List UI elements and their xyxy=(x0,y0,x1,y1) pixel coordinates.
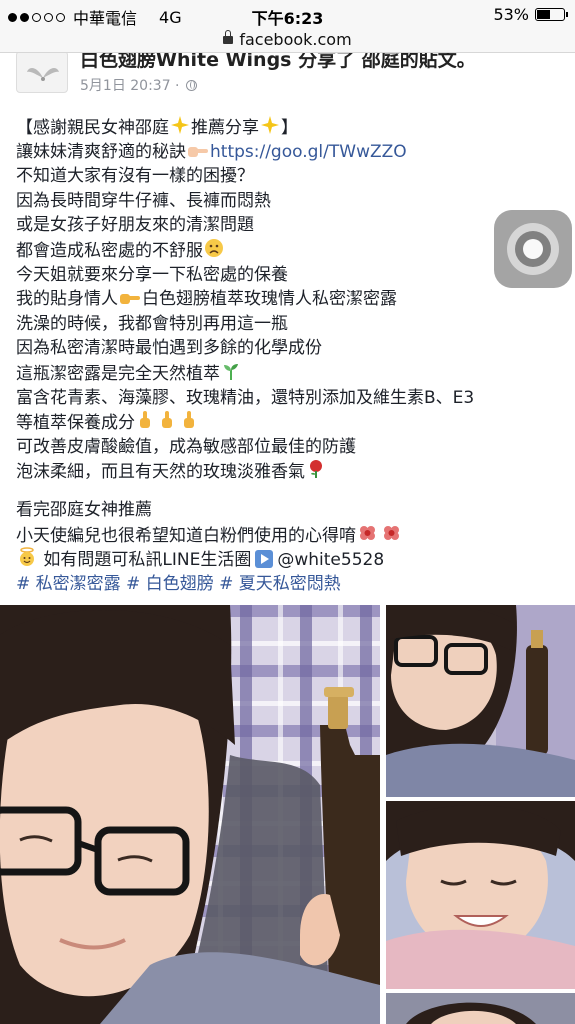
text-line: 這瓶潔密露是完全天然植萃 xyxy=(16,361,561,386)
pointing-hand-icon xyxy=(158,410,178,438)
text-line: 都會造成私密處的不舒服 xyxy=(16,238,561,263)
flower-icon xyxy=(381,523,403,551)
url-text: facebook.com xyxy=(239,30,352,49)
battery-percent: 53% xyxy=(493,5,529,24)
text-line: 不知道大家有沒有一樣的困擾？ xyxy=(16,166,254,187)
post-photo-main[interactable] xyxy=(0,605,380,1024)
post-date-text: 5月1日 20:37 · xyxy=(80,78,180,94)
text-line: 可改善皮膚酸鹼值，成為敏感部位最佳的防護 xyxy=(16,436,356,457)
text-line: 富含花青素、海藻膠、玫瑰精油，還特別添加及維生素B、E3 xyxy=(16,387,475,408)
post-hashtags[interactable]: # 私密潔密露 # 白色翅膀 # 夏天私密悶熱 xyxy=(16,572,561,597)
pointing-hand-icon xyxy=(180,410,200,438)
text-line: 因為長時間穿牛仔褲、長褲而悶熱 xyxy=(16,190,271,211)
seedling-icon xyxy=(221,361,241,389)
post-photo-4[interactable] xyxy=(386,993,575,1024)
text-line: 【感謝親民女神邵庭 推薦分享】 xyxy=(16,115,561,140)
text-line: 我的貼身情人 白色翅膀植萃玫瑰情人私密潔密露 xyxy=(16,287,561,312)
lock-icon xyxy=(223,30,234,44)
post-timestamp[interactable]: 5月1日 20:37 · xyxy=(80,75,197,95)
status-bar: 中華電信 4G 下午6:23 53% xyxy=(0,0,575,30)
post-header: 白色翅膀White Wings 分享了 邵庭的貼文。 5月1日 20:37 · xyxy=(0,53,575,98)
flower-icon xyxy=(357,523,379,551)
text-line: 等植萃保養成分 xyxy=(16,410,561,435)
rose-icon xyxy=(306,459,326,487)
play-icon xyxy=(255,550,274,569)
text-line: 泡沫柔細，而且有天然的玫瑰淡雅香氣 xyxy=(16,459,561,484)
page-avatar[interactable] xyxy=(16,53,68,93)
text-line: 洗澡的時候，我都會特別再用這一瓶 xyxy=(16,313,288,334)
text-line: 看完邵庭女神推薦 xyxy=(16,499,152,520)
worried-face-icon xyxy=(204,238,224,266)
post-photo-3[interactable] xyxy=(386,801,575,989)
battery-icon xyxy=(535,8,568,21)
sparkle-icon xyxy=(260,115,280,143)
text-line: 或是女孩子好朋友來的清潔問題 xyxy=(16,215,254,236)
address-bar[interactable]: facebook.com xyxy=(0,30,575,53)
pointing-hand-icon xyxy=(187,141,209,167)
post-author-line[interactable]: 白色翅膀White Wings 分享了 邵庭的貼文。 xyxy=(80,53,476,72)
text-line: 今天姐就要來分享一下私密處的保養 xyxy=(16,264,288,285)
sparkle-icon xyxy=(170,115,190,143)
text-line: 小天使編兒也很希望知道白粉們使用的心得唷 xyxy=(16,523,561,548)
pointing-hand-icon xyxy=(119,288,141,314)
angel-icon xyxy=(17,547,37,575)
text-line: 如有問題可私訊LINE生活圈 @white5528 xyxy=(16,547,561,572)
post-link[interactable]: https://goo.gl/TWwZZO xyxy=(210,142,407,162)
status-time: 下午6:23 xyxy=(251,9,324,28)
pointing-hand-icon xyxy=(136,410,156,438)
text-line: 讓妹妹清爽舒適的秘訣 https://goo.gl/TWwZZO xyxy=(16,140,561,165)
post-body: 【感謝親民女神邵庭 推薦分享】 讓妹妹清爽舒適的秘訣 https://goo.gl/… xyxy=(16,115,561,596)
wings-logo-icon xyxy=(27,68,59,81)
globe-icon xyxy=(185,79,197,91)
post-photo-2[interactable] xyxy=(386,605,575,797)
text-line: 因為私密清潔時最怕遇到多餘的化學成份 xyxy=(16,338,322,359)
assistive-touch-icon[interactable] xyxy=(494,210,572,288)
